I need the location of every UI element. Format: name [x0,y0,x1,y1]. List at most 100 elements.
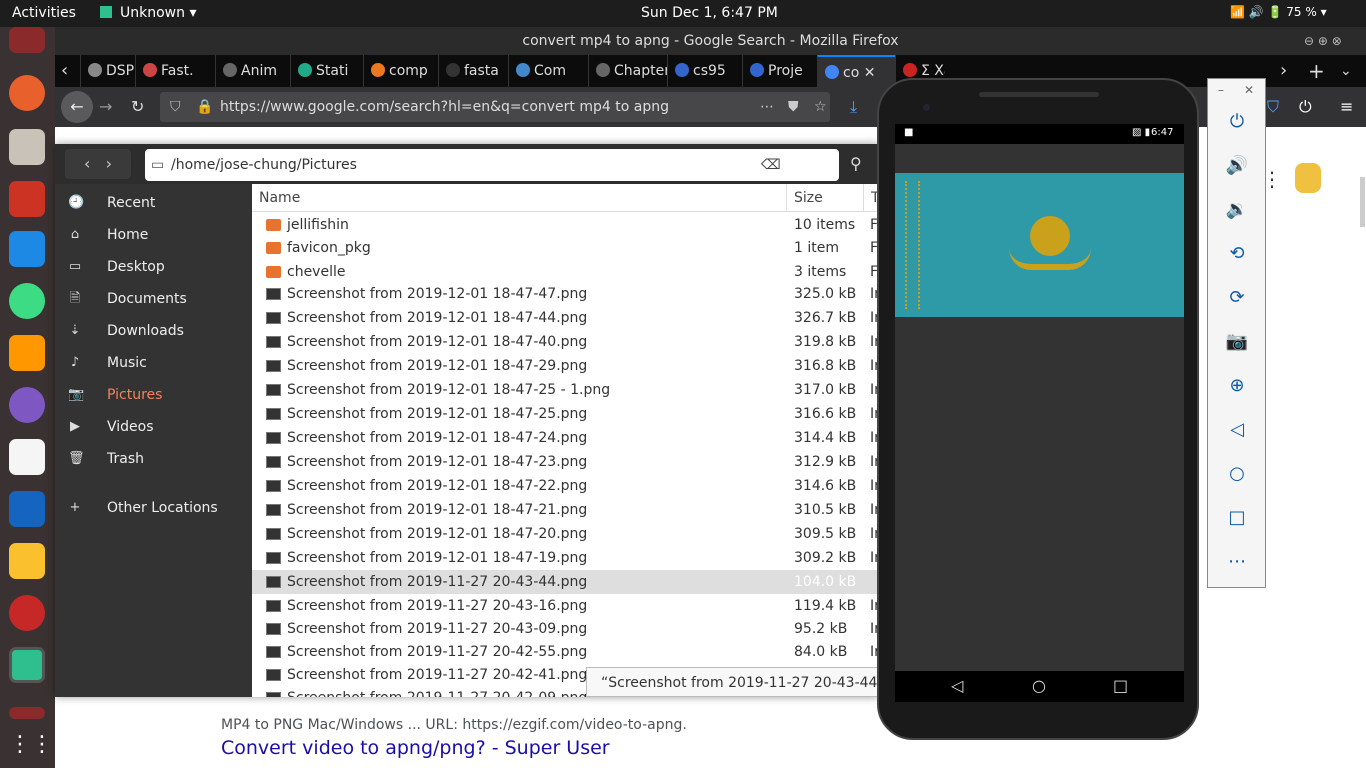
tabs-scroll-left[interactable]: ‹ [61,55,68,87]
rotate-left-icon[interactable]: ⟲ [1224,241,1250,267]
file-row[interactable]: Screenshot from 2019-11-27 20-42-55.png 8… [252,640,879,664]
racket-icon[interactable] [9,595,45,631]
extension-shield-icon[interactable]: ⛉ [1267,91,1279,123]
back-icon[interactable]: ◁ [1224,417,1250,443]
back-forward-buttons[interactable]: ‹ › [65,149,131,179]
pocket-icon[interactable]: ⛊ [788,92,799,122]
tab-10[interactable]: Proje [742,55,817,87]
app-icon-2[interactable] [9,707,45,719]
clear-location-icon[interactable]: ⌫ [761,149,781,181]
sidebar-item-other-locations[interactable]: + Other Locations [55,492,252,524]
location-bar[interactable]: ▭ /home/jose-chung/Pictures ⌫ [145,149,839,181]
sidebar-item-documents[interactable]: 🗎 Documents [55,283,252,315]
file-row[interactable]: chevelle 3 items F [252,260,879,284]
tab-11[interactable]: co ✕ [817,55,895,87]
close-icon[interactable]: ✕ [1244,83,1254,97]
sublime-icon[interactable] [9,335,45,371]
device-screen[interactable]: ■ ▨ ▮ 6:47 [895,124,1184,671]
sidebar-item-home[interactable]: ⌂ Home [55,219,252,251]
user-avatar[interactable] [1295,163,1321,193]
firefox-icon[interactable] [9,75,45,111]
search-icon[interactable]: ⚲ [850,144,862,184]
page-scrollbar[interactable] [1360,177,1365,227]
sidebar-item-trash[interactable]: 🗑 Trash [55,443,252,475]
camera-icon[interactable]: 📷 [1224,329,1250,355]
overview-icon[interactable]: □ [1224,505,1250,531]
hamburger-menu-icon[interactable]: ≡ [1340,91,1353,123]
tab-4[interactable]: Stati [290,55,363,87]
app-menu[interactable]: Unknown ▾ [100,5,196,21]
column-header-name[interactable]: Name [252,184,787,212]
file-row[interactable]: Screenshot from 2019-12-01 18-47-44.png 3… [252,306,879,330]
power-extension-icon[interactable]: ⏻ [1299,91,1312,123]
zoom-icon[interactable]: ⊕ [1224,373,1250,399]
sidebar-item-downloads[interactable]: ⇣ Downloads [55,315,252,347]
settings-icon[interactable] [9,181,45,217]
forward-button[interactable]: → [99,91,112,123]
reload-button[interactable]: ↻ [131,91,144,123]
volume-down-icon[interactable]: 🔉 [1224,197,1250,223]
yacreader-icon[interactable] [9,543,45,579]
sidebar-item-pictures[interactable]: 📷 Pictures [55,379,252,411]
tab-1[interactable]: DSP [80,55,135,87]
home-nav-icon[interactable]: ○ [1032,676,1046,695]
tab-8[interactable]: Chapter [588,55,667,87]
tab-2[interactable]: Fast. [135,55,215,87]
file-row[interactable]: jellifishin 10 items F [252,213,879,237]
file-row[interactable]: Screenshot from 2019-11-27 20-43-44.png 1… [252,570,879,594]
downloads-icon[interactable]: ⤓ [850,91,857,123]
android-studio-icon[interactable] [9,283,45,319]
sidebar-item-recent[interactable]: 🕘 Recent [55,187,252,219]
file-row[interactable]: Screenshot from 2019-12-01 18-47-25 - 1.… [252,378,879,402]
sidebar-item-music[interactable]: ♪ Music [55,347,252,379]
back-button[interactable]: ← [61,91,93,123]
vscode-icon[interactable] [9,231,45,267]
bookmark-star-icon[interactable]: ☆ [814,92,827,122]
activities-button[interactable]: Activities [12,5,76,21]
tabs-scroll-right[interactable]: › [1280,55,1287,87]
page-actions-icon[interactable]: ⋯ [760,92,774,122]
url-text[interactable]: https://www.google.com/search?hl=en&q=co… [220,99,669,115]
sidebar-item-desktop[interactable]: ▭ Desktop [55,251,252,283]
tab-5[interactable]: comp [363,55,438,87]
file-row[interactable]: Screenshot from 2019-12-01 18-47-21.png 3… [252,498,879,522]
file-row[interactable]: Screenshot from 2019-12-01 18-47-22.png 3… [252,474,879,498]
tab-3[interactable]: Anim [215,55,290,87]
document-viewer-icon[interactable] [9,439,45,475]
app-icon-1[interactable] [9,27,45,53]
tab-7[interactable]: Com [508,55,588,87]
file-row[interactable]: Screenshot from 2019-12-01 18-47-47.png 3… [252,282,879,306]
file-row[interactable]: Screenshot from 2019-11-27 20-43-09.png 9… [252,617,879,641]
column-header-size[interactable]: Size [787,184,864,212]
file-row[interactable]: Screenshot from 2019-12-01 18-47-24.png 3… [252,426,879,450]
window-controls[interactable]: ⊖ ⊕ ⊗ [1304,34,1342,48]
shield-icon[interactable]: ⛉ [170,92,181,122]
overview-nav-icon[interactable]: □ [1113,676,1128,695]
sidebar-item-videos[interactable]: ▶ Videos [55,411,252,443]
new-tab-button[interactable]: + [1308,55,1325,87]
clock[interactable]: Sun Dec 1, 6:47 PM [641,5,778,21]
lock-icon[interactable]: 🔒 [196,92,213,122]
tab-6[interactable]: fasta [438,55,508,87]
file-row[interactable]: Screenshot from 2019-12-01 18-47-19.png 3… [252,546,879,570]
emacs-icon[interactable] [9,387,45,423]
file-row[interactable]: Screenshot from 2019-12-01 18-47-25.png 3… [252,402,879,426]
url-bar[interactable]: ⛉ 🔒 https://www.google.com/search?hl=en&… [160,92,830,122]
show-apps-icon[interactable]: ⋮⋮ [9,727,53,763]
back-nav-icon[interactable]: ◁ [951,676,963,695]
file-row[interactable]: Screenshot from 2019-12-01 18-47-40.png 3… [252,330,879,354]
home-icon[interactable]: ○ [1224,461,1250,487]
tab-9[interactable]: cs95 [667,55,742,87]
dictionary-icon[interactable] [9,491,45,527]
minimize-icon[interactable]: – [1218,83,1224,97]
power-icon[interactable]: ⏻ [1224,109,1250,135]
system-tray[interactable]: 📶 🔊 🔋 75 % ▾ [1230,5,1327,19]
rotate-right-icon[interactable]: ⟳ [1224,285,1250,311]
close-tab-icon[interactable]: ✕ [859,65,876,81]
file-row[interactable]: favicon_pkg 1 item F [252,236,879,260]
location-text[interactable]: /home/jose-chung/Pictures [171,157,357,173]
files-icon[interactable] [9,129,45,165]
file-row[interactable]: Screenshot from 2019-11-27 20-43-16.png 1… [252,594,879,618]
emulator-icon[interactable] [9,647,45,683]
file-row[interactable]: Screenshot from 2019-12-01 18-47-20.png 3… [252,522,879,546]
